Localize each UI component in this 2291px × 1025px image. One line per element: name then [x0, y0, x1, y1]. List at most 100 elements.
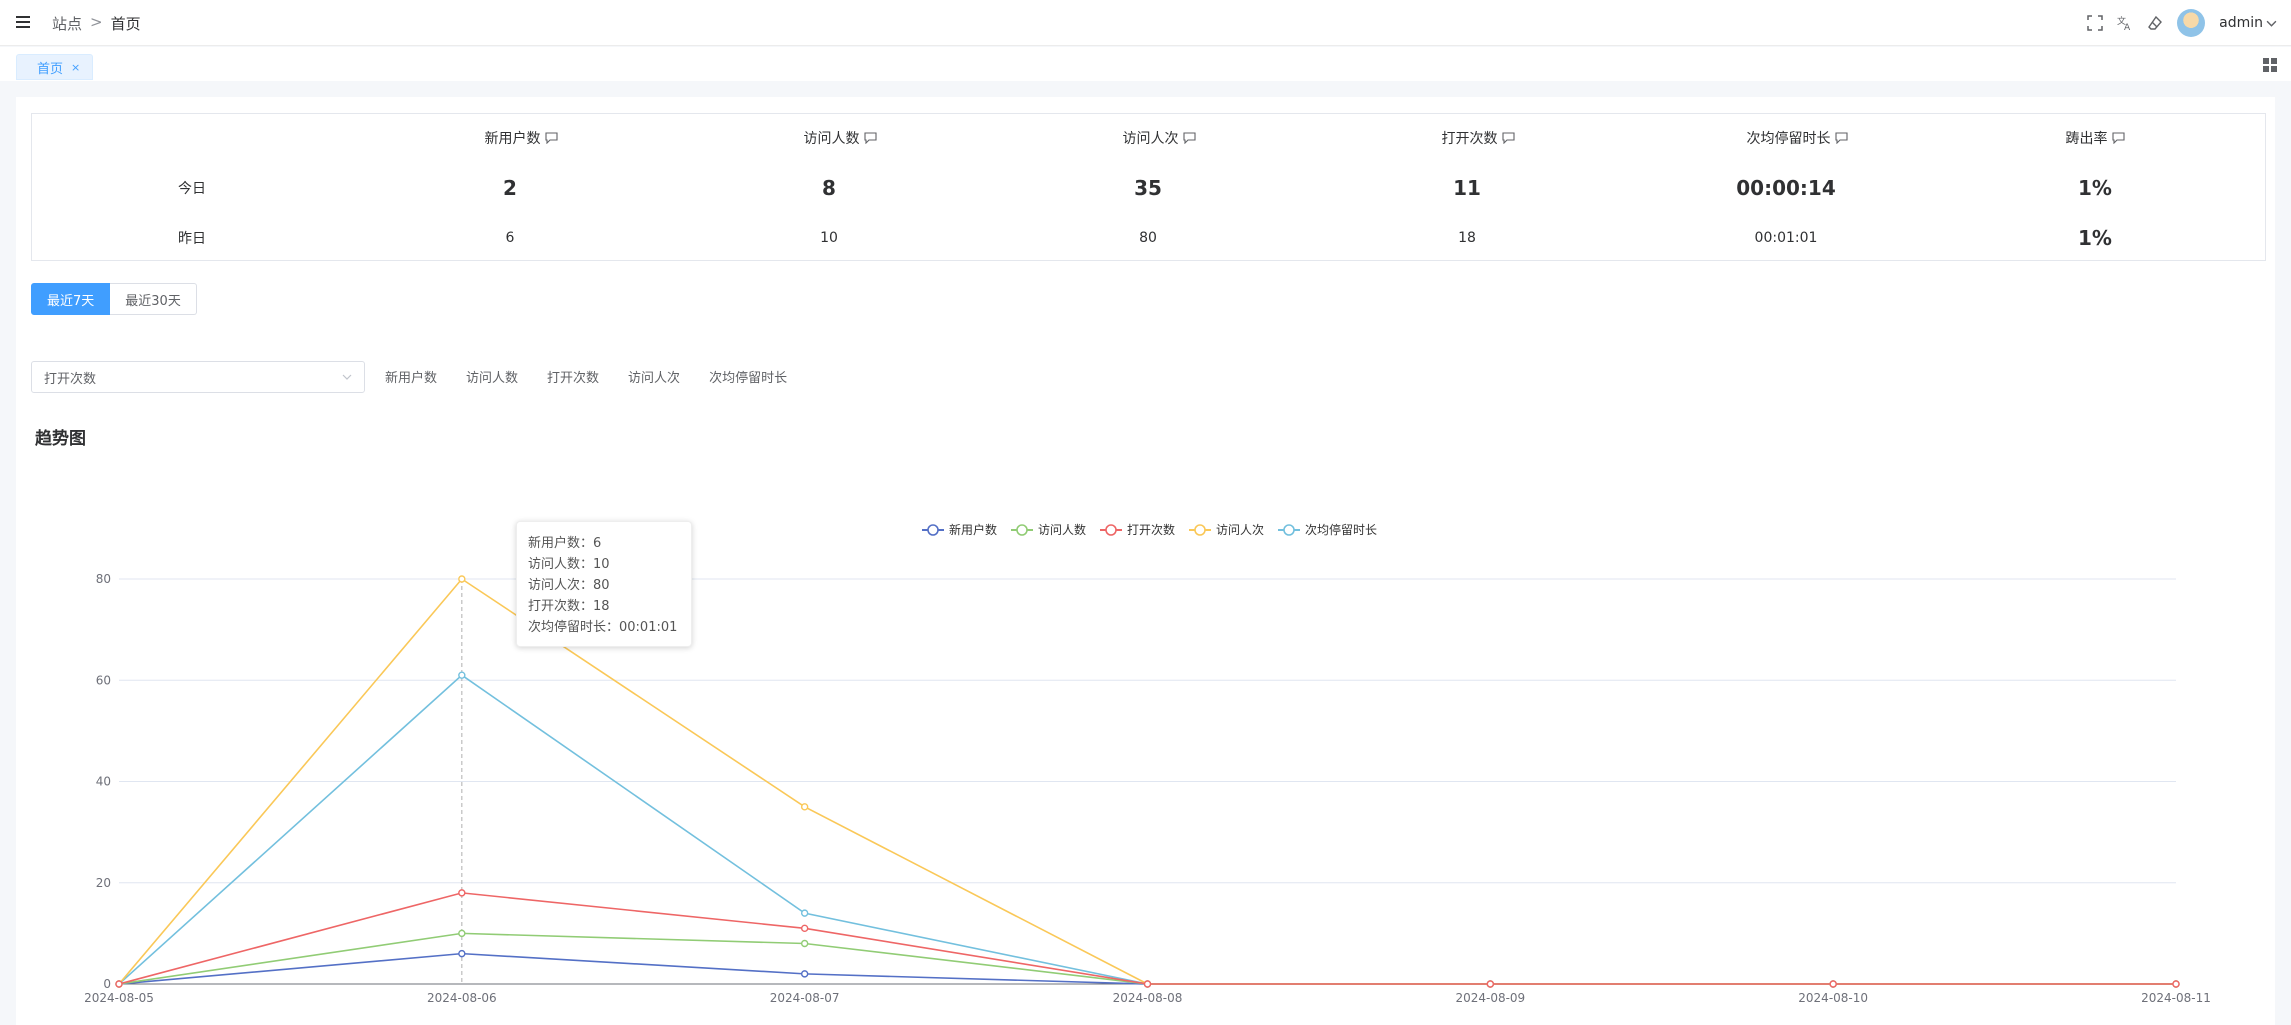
metric-link-visitors[interactable]: 访问人数 — [466, 367, 518, 386]
tooltip-line: 访问人次：80 — [528, 578, 610, 593]
x-tick-label: 2024-08-05 — [84, 991, 154, 1005]
comment-icon[interactable] — [1501, 132, 1515, 144]
range-7-days-button[interactable]: 最近7天 — [31, 283, 111, 315]
range-button-group: 最近7天 最近30天 — [31, 283, 197, 315]
stat-header-label: 新用户数 — [484, 131, 541, 147]
stat-header-new-users: 新用户数 — [361, 114, 681, 162]
metric-link-avg-duration[interactable]: 次均停留时长 — [709, 367, 787, 386]
avatar[interactable] — [2177, 9, 2206, 37]
comment-icon[interactable] — [1834, 132, 1848, 144]
row-label-yesterday: 昨日 — [178, 231, 206, 247]
stats-header-row: 新用户数 访问人数 访问人次 打开次数 次均停留时长 踌出率 — [32, 114, 2265, 162]
legend-swatch-circle — [1105, 524, 1117, 536]
close-icon[interactable]: × — [71, 61, 80, 74]
y-tick-label: 20 — [96, 876, 111, 890]
tooltip-line: 打开次数：18 — [528, 599, 610, 614]
breadcrumb: 站点 > 首页 — [52, 13, 141, 34]
metric-select[interactable]: 打开次数 — [31, 361, 365, 393]
data-point — [800, 803, 809, 811]
tab-home[interactable]: 首页 × — [16, 54, 94, 80]
metric-link-new-users[interactable]: 新用户数 — [385, 367, 437, 386]
metric-link-visits[interactable]: 访问人次 — [628, 367, 680, 386]
yesterday-bounce-rate: 1% — [2078, 226, 2112, 250]
y-tick-label: 60 — [96, 673, 111, 687]
today-visits: 35 — [1134, 176, 1162, 200]
x-tick-label: 2024-08-09 — [1455, 991, 1525, 1005]
user-menu[interactable]: admin — [2219, 15, 2277, 31]
tooltip-line: 访问人数：10 — [528, 557, 610, 572]
chevron-down-icon — [2266, 20, 2277, 27]
yesterday-new-users: 6 — [505, 230, 515, 246]
stat-header-visitors: 访问人数 — [680, 114, 1000, 162]
series-line — [118, 952, 2176, 985]
data-point — [458, 929, 466, 938]
x-tick-label: 2024-08-10 — [1798, 991, 1868, 1005]
data-point — [458, 889, 466, 897]
legend-swatch-circle — [1016, 524, 1028, 536]
fullscreen-icon[interactable] — [2087, 15, 2103, 31]
y-tick-label: 0 — [103, 977, 111, 991]
x-tick-label: 2024-08-08 — [1113, 991, 1183, 1005]
stat-header-label: 访问人数 — [803, 131, 860, 147]
stat-header-avg-duration: 次均停留时长 — [1637, 114, 1957, 162]
menu-toggle-icon[interactable] — [16, 15, 32, 29]
yesterday-visits: 80 — [1139, 230, 1157, 246]
stats-table: 新用户数 访问人数 访问人次 打开次数 次均停留时长 踌出率 今日 2 8 35… — [31, 113, 2266, 261]
stat-header-opens: 打开次数 — [1318, 114, 1638, 162]
top-bar: 站点 > 首页 文A admin — [0, 0, 2291, 46]
legend-item-label: 访问人数 — [1038, 522, 1086, 537]
trend-line-chart: 0 20 40 60 80 2024-08-05 2024-08-06 2024-08-07 2… — [84, 522, 2211, 1005]
legend-item-label: 新用户数 — [949, 522, 997, 537]
comment-icon[interactable] — [863, 132, 877, 144]
chevron-down-icon — [342, 374, 352, 380]
dashboard-content: 新用户数 访问人数 访问人次 打开次数 次均停留时长 踌出率 今日 2 8 35… — [16, 97, 2275, 1025]
data-point — [458, 575, 466, 583]
yesterday-opens: 18 — [1458, 230, 1476, 246]
row-label-today: 今日 — [178, 181, 206, 197]
metric-select-value: 打开次数 — [44, 371, 97, 387]
language-icon[interactable]: 文A — [2117, 15, 2133, 31]
y-tick-label: 80 — [96, 572, 111, 586]
today-avg-duration: 00:00:14 — [1736, 176, 1836, 200]
x-tick-label: 2024-08-06 — [427, 991, 497, 1005]
today-bounce-rate: 1% — [2078, 176, 2112, 200]
data-point — [1829, 980, 1837, 988]
legend-item-label: 访问人次 — [1216, 523, 1264, 537]
data-point — [800, 970, 809, 978]
data-point — [458, 671, 466, 679]
today-new-users: 2 — [503, 176, 517, 200]
data-point — [800, 909, 809, 917]
metric-links: 新用户数 访问人数 打开次数 访问人次 次均停留时长 — [385, 367, 816, 386]
grid-menu-icon[interactable] — [2263, 58, 2277, 72]
stat-header-label: 访问人次 — [1122, 131, 1179, 147]
clear-cache-icon[interactable] — [2147, 15, 2163, 31]
legend-item-label: 打开次数 — [1127, 522, 1175, 537]
comment-icon[interactable] — [544, 132, 558, 144]
today-opens: 11 — [1453, 176, 1481, 200]
range-30-days-button[interactable]: 最近30天 — [110, 283, 197, 315]
data-point — [800, 924, 809, 933]
chart-tooltip: 新用户数：6 访问人数：10 访问人次：80 打开次数：18 次均停留时长：00… — [516, 521, 692, 647]
comment-icon[interactable] — [2111, 132, 2125, 144]
data-point — [2172, 980, 2180, 988]
stats-today-row: 今日 2 8 35 11 00:00:14 1% — [32, 164, 2265, 212]
data-point — [1486, 980, 1495, 988]
tooltip-line: 次均停留时长：00:01:01 — [528, 620, 678, 635]
tab-label: 首页 — [37, 61, 64, 77]
series-line — [118, 932, 2176, 985]
x-tick-label: 2024-08-07 — [770, 991, 840, 1005]
username-label: admin — [2219, 15, 2263, 31]
stat-header-bounce-rate: 踌出率 — [1935, 114, 2255, 162]
x-tick-label: 2024-08-11 — [2141, 991, 2211, 1005]
breadcrumb-item-site[interactable]: 站点 — [52, 13, 82, 34]
stat-header-label: 踌出率 — [2065, 131, 2108, 147]
metric-link-opens[interactable]: 打开次数 — [547, 367, 599, 386]
header-actions: 文A admin — [2087, 9, 2277, 37]
yesterday-visitors: 10 — [820, 230, 838, 246]
stats-yesterday-row: 昨日 6 10 80 18 00:01:01 1% — [32, 214, 2265, 262]
legend-swatch-circle — [1194, 524, 1206, 536]
data-point — [800, 939, 809, 948]
comment-icon[interactable] — [1182, 132, 1196, 144]
data-point — [458, 949, 466, 958]
tabs-bar: 首页 × — [0, 47, 2291, 81]
